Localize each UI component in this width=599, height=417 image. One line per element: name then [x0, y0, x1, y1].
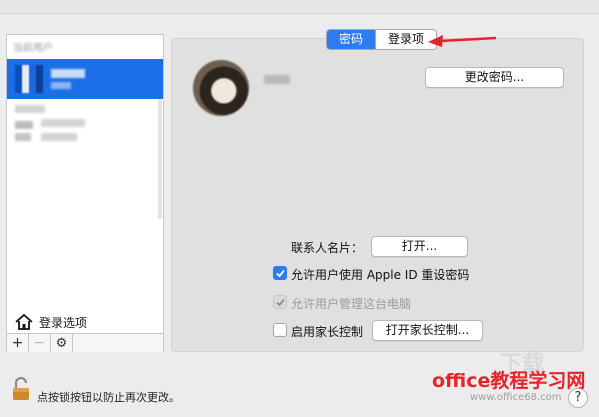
- login-options-label: 登录选项: [39, 315, 88, 330]
- sidebar-user-current[interactable]: [7, 59, 163, 99]
- gear-icon[interactable]: ⚙: [51, 334, 73, 352]
- tab-bar: 密码 登录项: [326, 29, 438, 50]
- tab-password[interactable]: 密码: [327, 30, 376, 49]
- watermark-url: www.office68.com: [470, 392, 562, 403]
- sidebar-toolbar: + − ⚙: [7, 333, 163, 352]
- sidebar-scrollbar[interactable]: [158, 99, 162, 219]
- open-parental-controls-button[interactable]: 打开家长控制...: [372, 320, 483, 341]
- parental-controls-label: 启用家长控制: [291, 325, 364, 339]
- open-contact-card-button[interactable]: 打开...: [371, 236, 468, 257]
- user-avatar-small: [15, 65, 43, 93]
- lock-hint-text: 点按锁按钮以防止再次更改。: [37, 391, 180, 404]
- add-user-button[interactable]: +: [7, 334, 29, 352]
- checkmark-icon: [276, 298, 285, 307]
- login-options-item[interactable]: 登录选项: [7, 311, 163, 333]
- user-avatar[interactable]: [193, 60, 249, 116]
- home-icon: [15, 314, 33, 330]
- checkmark-icon: [276, 269, 285, 278]
- window-titlebar: [0, 0, 599, 14]
- current-user-header: 当前用户: [13, 43, 53, 54]
- tab-login-items[interactable]: 登录项: [375, 30, 437, 49]
- lock-icon[interactable]: [12, 377, 30, 401]
- help-button[interactable]: ?: [568, 388, 588, 408]
- watermark-title: office教程学习网: [432, 370, 586, 392]
- change-password-button[interactable]: 更改密码...: [425, 67, 564, 88]
- user-full-name-pixelated: [264, 75, 290, 84]
- user-name-pixelated: [51, 69, 85, 78]
- users-sidebar: 当前用户 登录选项 + − ⚙: [6, 34, 164, 352]
- red-arrow-annotation: [428, 35, 497, 47]
- remove-user-button[interactable]: −: [29, 334, 51, 352]
- contact-card-label: 联系人名片：: [291, 241, 364, 255]
- allow-appleid-reset-label: 允许用户使用 Apple ID 重设密码: [291, 268, 470, 282]
- user-role-pixelated: [51, 82, 71, 89]
- parental-controls-checkbox[interactable]: [273, 323, 287, 337]
- allow-admin-checkbox[interactable]: [273, 295, 287, 309]
- allow-appleid-reset-checkbox[interactable]: [273, 266, 287, 280]
- sidebar-user-other[interactable]: [7, 129, 163, 149]
- allow-admin-label: 允许用户管理这台电脑: [291, 297, 412, 311]
